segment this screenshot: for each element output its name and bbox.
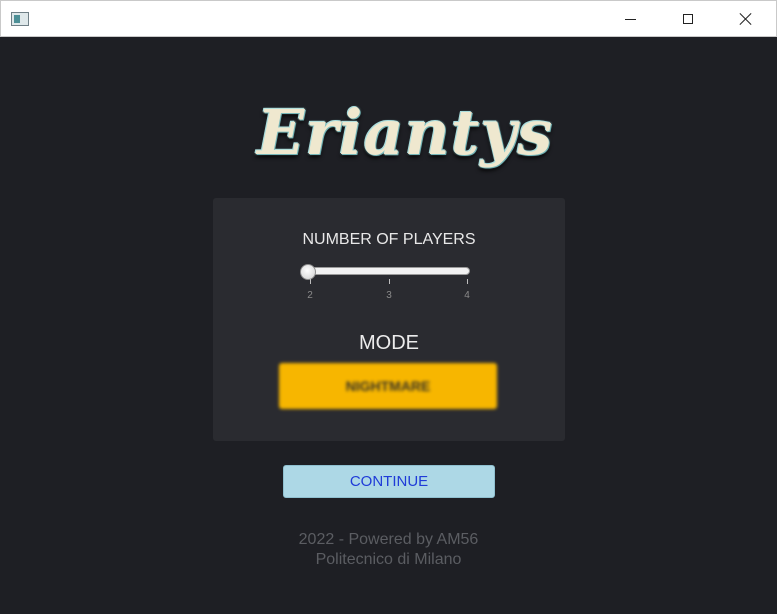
- mode-label: MODE: [359, 332, 419, 354]
- footer-credit: 2022 - Powered by AM56: [298, 531, 479, 548]
- continue-button[interactable]: CONTINUE: [283, 465, 495, 498]
- mode-toggle-button[interactable]: NIGHTMARE: [279, 363, 497, 409]
- close-icon: [739, 12, 753, 26]
- maximize-icon: [683, 14, 693, 24]
- players-slider-thumb[interactable]: [300, 264, 316, 280]
- slider-tick: [389, 279, 390, 284]
- close-button[interactable]: [717, 1, 775, 37]
- app-window-icon: [11, 12, 29, 26]
- slider-tick-label: 4: [464, 290, 470, 301]
- slider-tick: [310, 279, 311, 284]
- slider-tick-label: 3: [386, 290, 392, 301]
- settings-panel: NUMBER OF PLAYERS 2 3 4 MODE NIGHTMARE: [213, 198, 565, 441]
- footer-university: Politecnico di Milano: [315, 551, 462, 568]
- game-logo: Eriantys: [257, 96, 554, 169]
- slider-tick-label: 2: [307, 290, 313, 301]
- slider-tick: [467, 279, 468, 284]
- window-titlebar: [0, 0, 777, 37]
- maximize-button[interactable]: [659, 1, 717, 37]
- minimize-icon: [624, 19, 636, 20]
- players-slider[interactable]: [310, 267, 470, 275]
- minimize-button[interactable]: [601, 1, 659, 37]
- players-label: NUMBER OF PLAYERS: [302, 231, 476, 248]
